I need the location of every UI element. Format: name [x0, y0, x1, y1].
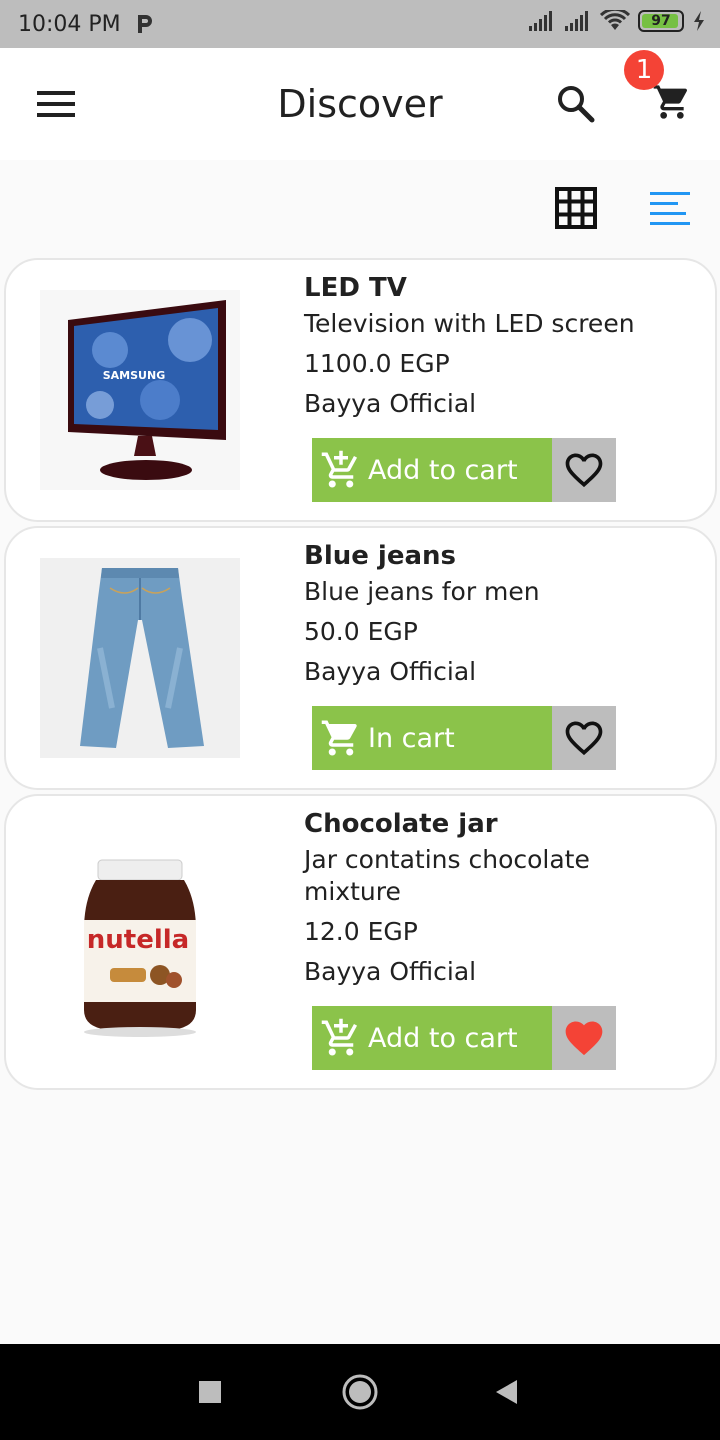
product-actions: Add to cart [312, 438, 616, 502]
jar-brand-text: nutella [87, 925, 189, 955]
product-info: LED TV Television with LED screen 1100.0… [304, 268, 705, 420]
in-cart-button[interactable]: In cart [312, 706, 552, 770]
recents-square-icon [199, 1381, 221, 1403]
signal-icon-2 [565, 11, 588, 31]
list-view-button[interactable] [646, 184, 694, 232]
grid-view-button[interactable] [552, 184, 600, 232]
product-card[interactable]: SAMSUNG LED TV Television with LED scree… [4, 258, 717, 522]
list-view-icon [650, 192, 690, 225]
cart-count-badge: 1 [624, 50, 664, 90]
product-info: Chocolate jar Jar contatins chocolate mi… [304, 804, 705, 988]
battery-level: 97 [651, 13, 671, 29]
signal-icon [529, 11, 552, 31]
recents-button[interactable] [190, 1372, 230, 1412]
product-image-tv: SAMSUNG [40, 290, 240, 490]
jeans-image [40, 558, 240, 758]
favorite-button[interactable] [552, 1006, 616, 1070]
product-price: 1100.0 EGP [304, 349, 450, 378]
product-seller: Bayya Official [304, 389, 477, 418]
add-shopping-cart-icon [321, 1018, 358, 1056]
grid-view-icon [555, 187, 597, 229]
tv-image: SAMSUNG [40, 290, 240, 490]
chocolate-jar-image: nutella [40, 840, 240, 1040]
in-cart-label: In cart [368, 722, 455, 754]
heart-filled-icon [565, 1021, 603, 1056]
favorite-button[interactable] [552, 438, 616, 502]
add-to-cart-label: Add to cart [368, 1022, 518, 1054]
heart-outline-icon [565, 721, 603, 756]
product-info: Blue jeans Blue jeans for men 50.0 EGP B… [304, 536, 705, 688]
heart-outline-icon [565, 453, 603, 488]
favorite-button[interactable] [552, 706, 616, 770]
product-seller: Bayya Official [304, 657, 477, 686]
status-time: 10:04 PM [18, 11, 121, 37]
page-title: Discover [277, 82, 443, 126]
system-nav-bar [0, 1344, 720, 1440]
status-icons: 97 [528, 10, 706, 32]
add-to-cart-label: Add to cart [368, 454, 518, 486]
status-bar: 10:04 PM 97 [0, 0, 720, 48]
product-description: Television with LED screen [304, 309, 635, 338]
product-name: Chocolate jar [304, 809, 498, 839]
product-card[interactable]: nutella Chocolate jar Jar contatins choc… [4, 794, 717, 1090]
search-button[interactable] [550, 80, 602, 128]
add-to-cart-button[interactable]: Add to cart [312, 438, 552, 502]
shopping-cart-icon [653, 85, 688, 119]
add-to-cart-button[interactable]: Add to cart [312, 1006, 552, 1070]
parking-icon [137, 15, 152, 33]
charging-icon [694, 11, 704, 31]
home-button[interactable] [340, 1372, 380, 1412]
back-button[interactable] [486, 1372, 526, 1412]
wifi-icon [600, 10, 630, 30]
product-card[interactable]: Blue jeans Blue jeans for men 50.0 EGP B… [4, 526, 717, 790]
product-name: Blue jeans [304, 541, 457, 571]
product-image-chocolate: nutella [40, 840, 240, 1040]
product-name: LED TV [304, 273, 407, 303]
product-description: Jar contatins chocolate mixture [304, 845, 590, 906]
home-circle-icon [342, 1374, 378, 1410]
product-price: 50.0 EGP [304, 617, 418, 646]
search-icon [558, 86, 595, 123]
tv-brand-text: SAMSUNG [103, 369, 165, 382]
battery-icon: 97 [638, 10, 684, 32]
product-actions: In cart [312, 706, 616, 770]
product-description: Blue jeans for men [304, 577, 540, 606]
shopping-cart-icon [321, 720, 357, 756]
add-shopping-cart-icon [321, 450, 358, 488]
back-triangle-icon [496, 1380, 517, 1404]
product-actions: Add to cart [312, 1006, 616, 1070]
product-price: 12.0 EGP [304, 917, 418, 946]
app-bar: Discover 1 [0, 48, 720, 160]
product-seller: Bayya Official [304, 957, 477, 986]
product-image-jeans [40, 558, 240, 758]
